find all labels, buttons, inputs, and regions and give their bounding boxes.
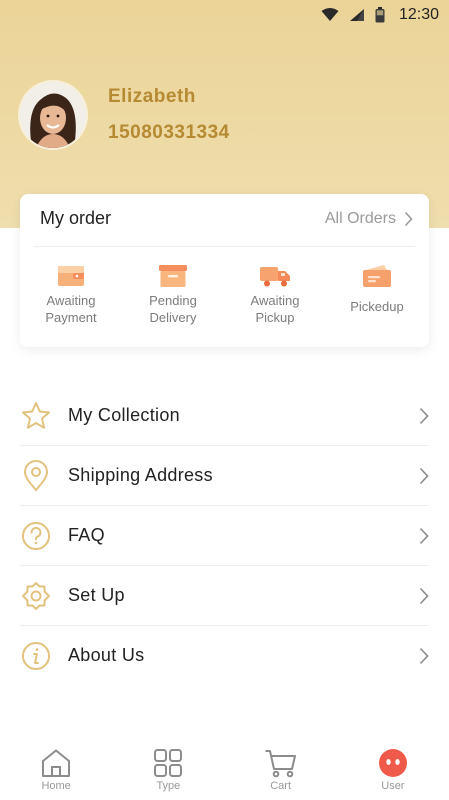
menu-item-my-collection[interactable]: My Collection <box>20 386 429 446</box>
order-awaiting-payment[interactable]: Awaiting Payment <box>21 264 121 326</box>
tab-user[interactable]: User <box>337 742 449 800</box>
user-phone: 15080331334 <box>108 122 230 143</box>
chevron-right-icon <box>419 527 429 544</box>
order-item-line1: Pickedup <box>350 299 404 314</box>
order-divider <box>34 246 415 247</box>
chevron-right-icon <box>419 647 429 664</box>
chevron-right-icon <box>419 407 429 424</box>
settings-menu: My Collection Shipping Address FAQ Set U… <box>20 386 429 685</box>
signal-icon <box>349 9 364 21</box>
envelope-icon <box>363 265 391 287</box>
wifi-icon <box>321 8 339 21</box>
tab-label: User <box>381 780 405 792</box>
location-pin-icon <box>20 459 52 492</box>
menu-item-set-up[interactable]: Set Up <box>20 566 429 626</box>
info-icon <box>20 640 52 672</box>
order-item-line1: Awaiting <box>250 293 300 308</box>
chevron-right-icon <box>419 587 429 604</box>
battery-icon <box>375 7 385 23</box>
tab-cart[interactable]: Cart <box>225 742 337 800</box>
user-face-icon <box>378 749 407 777</box>
menu-item-label: FAQ <box>68 525 105 545</box>
order-title: My order <box>40 208 112 228</box>
order-item-line1: Pending <box>149 293 197 308</box>
bottom-tab-bar: Home Type Cart User <box>0 742 449 800</box>
star-icon <box>20 400 52 432</box>
order-pending-delivery[interactable]: Pending Delivery <box>123 264 223 326</box>
order-card: My order All Orders Awaiting Payment Pen… <box>20 194 429 347</box>
menu-item-label: Set Up <box>68 585 125 605</box>
menu-item-label: Shipping Address <box>68 465 213 485</box>
box-icon <box>159 265 187 287</box>
wallet-icon <box>58 266 84 286</box>
tab-label: Type <box>156 780 181 792</box>
tab-label: Home <box>41 780 71 792</box>
tab-type[interactable]: Type <box>112 742 224 800</box>
menu-item-label: My Collection <box>68 405 180 425</box>
order-item-line1: Awaiting <box>46 293 96 308</box>
menu-item-about-us[interactable]: About Us <box>20 626 429 685</box>
chevron-right-icon <box>404 211 413 227</box>
all-orders-link[interactable]: All Orders <box>325 210 413 228</box>
status-bar: 12:30 <box>0 0 449 30</box>
menu-item-faq[interactable]: FAQ <box>20 506 429 566</box>
menu-item-label: About Us <box>68 645 145 665</box>
all-orders-label: All Orders <box>324 210 396 227</box>
gear-icon <box>20 580 52 612</box>
question-icon <box>20 520 52 552</box>
grid-icon <box>154 749 183 777</box>
truck-icon <box>260 267 290 287</box>
home-icon <box>42 749 71 777</box>
order-item-line2: Pickup <box>255 310 295 325</box>
status-time: 12:30 <box>398 6 439 23</box>
avatar-portrait <box>20 82 86 148</box>
avatar[interactable] <box>20 82 86 148</box>
menu-item-shipping-address[interactable]: Shipping Address <box>20 446 429 506</box>
order-item-line2: Delivery <box>149 310 197 325</box>
order-pickedup[interactable]: Pickedup <box>327 264 427 315</box>
cart-icon <box>265 750 296 778</box>
chevron-right-icon <box>419 467 429 484</box>
tab-home[interactable]: Home <box>0 742 112 800</box>
order-awaiting-pickup[interactable]: Awaiting Pickup <box>225 264 325 326</box>
tab-label: Cart <box>270 780 292 792</box>
order-item-line2: Payment <box>45 310 97 325</box>
user-name: Elizabeth <box>108 86 196 107</box>
